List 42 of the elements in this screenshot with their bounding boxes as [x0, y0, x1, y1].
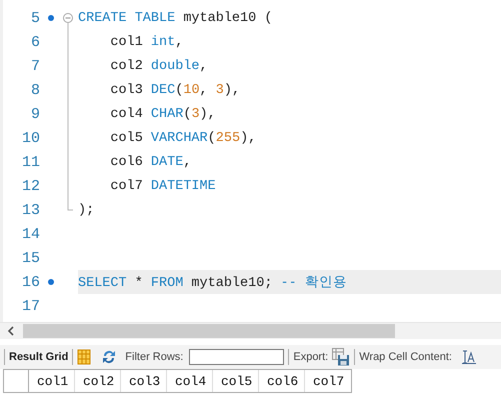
export-icon[interactable]	[332, 348, 350, 366]
horizontal-scrollbar[interactable]	[0, 322, 501, 339]
code-line: CREATE TABLE mytable10 (	[78, 10, 272, 26]
code-line: col2 double,	[109, 58, 208, 74]
column-header[interactable]: col6	[259, 370, 305, 392]
line-number: 12	[20, 178, 40, 194]
line-number: 9	[30, 106, 40, 122]
scroll-left-icon[interactable]	[7, 326, 15, 336]
column-header[interactable]: col4	[167, 370, 213, 392]
filter-rows-field[interactable]	[189, 349, 284, 365]
code-line: col6 DATE,	[109, 154, 192, 170]
line-number: 17	[20, 298, 40, 314]
line-number: 16	[20, 274, 40, 290]
code-line: col5 VARCHAR(255),	[109, 130, 256, 146]
wrap-text-icon[interactable]	[462, 350, 476, 364]
column-header[interactable]: col2	[75, 370, 121, 392]
line-number: 7	[30, 58, 40, 74]
line-number: 10	[20, 130, 40, 146]
code-line: col3 DEC(10, 3),	[109, 82, 240, 98]
line-number: 8	[30, 82, 40, 98]
code-line: col7 DATETIME	[109, 178, 216, 194]
code-line: col4 CHAR(3),	[109, 106, 216, 122]
wrap-cell-content-label: Wrap Cell Content:	[359, 351, 452, 363]
column-header[interactable]: col1	[29, 370, 75, 392]
column-header[interactable]: col5	[213, 370, 259, 392]
code-line: SELECT * FROM mytable10; -- 확인용	[78, 273, 347, 291]
column-header[interactable]: col7	[305, 370, 351, 392]
line-number: 6	[30, 34, 40, 50]
column-header[interactable]: col3	[121, 370, 167, 392]
refresh-icon[interactable]	[101, 349, 118, 365]
line-number: 5	[30, 10, 40, 26]
code-line: );	[78, 202, 94, 218]
code-line: col1 int,	[109, 34, 184, 50]
line-number: 11	[20, 154, 40, 170]
filter-rows-label: Filter Rows:	[125, 351, 184, 363]
grid-columns-icon[interactable]	[77, 349, 92, 365]
line-number: 15	[20, 250, 40, 266]
line-number: 14	[20, 226, 40, 242]
line-number: 13	[20, 202, 40, 218]
export-label: Export:	[293, 351, 328, 363]
scrollbar-thumb[interactable]	[23, 324, 395, 338]
result-grid-label: Result Grid	[9, 351, 68, 363]
